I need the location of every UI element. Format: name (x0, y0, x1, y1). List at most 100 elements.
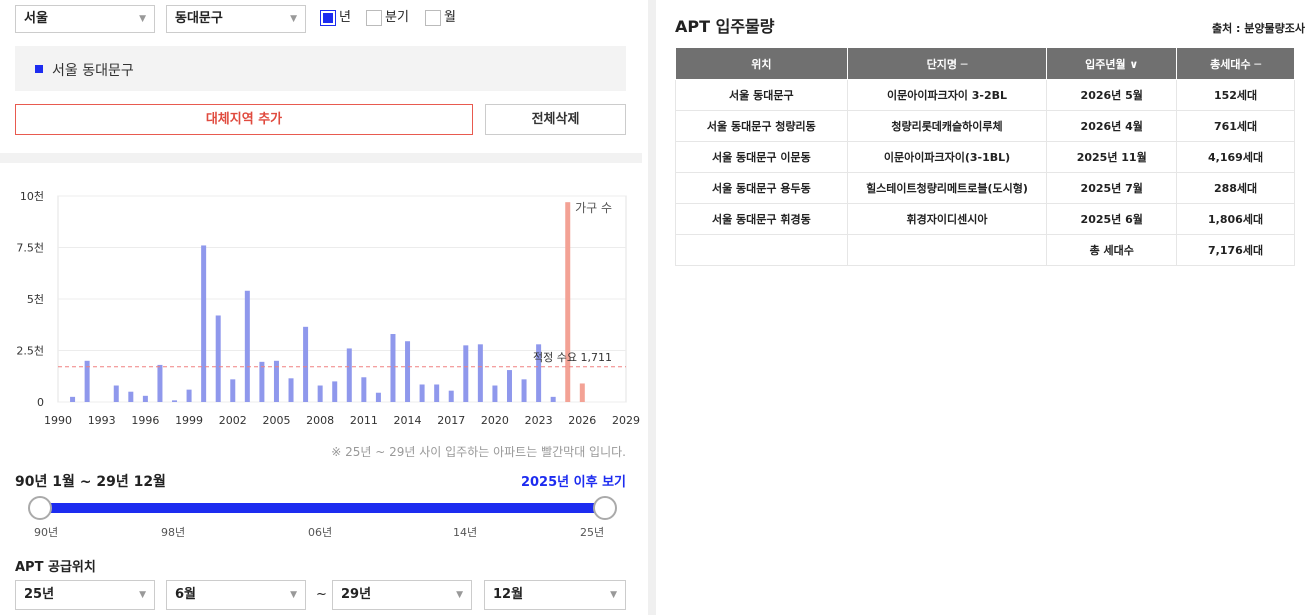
period-quarter-checkbox[interactable]: 분기 (366, 8, 409, 28)
cell-date: 2025년 6월 (1046, 203, 1178, 235)
section-divider (0, 153, 642, 163)
period-year-label: 년 (339, 10, 351, 25)
table-header-row: 위치 단지명 ─ 입주년월 ∨ 총세대수 ─ (675, 47, 1295, 80)
bar-2002 (230, 379, 236, 402)
range-tick: 98년 (161, 526, 186, 539)
bar-2004 (259, 361, 265, 402)
bar-1994 (113, 385, 119, 402)
table-total-row: 총 세대수 7,176세대 (675, 234, 1295, 266)
cell-location: 서울 동대문구 이문동 (675, 141, 848, 173)
chevron-down-icon: ▼ (290, 590, 297, 600)
y-tick-label: 5천 (27, 292, 44, 306)
table-row: 서울 동대문구 이문아이파크자이 3-2BL 2026년 5월 152세대 (675, 79, 1295, 111)
total-label: 총 세대수 (1046, 234, 1178, 266)
checkbox-icon (425, 10, 441, 26)
supply-to-month-select[interactable]: 12월 ▼ (484, 580, 626, 610)
x-tick-label: 2011 (350, 414, 378, 427)
city-select-value: 서울 (24, 11, 48, 26)
period-year-checkbox[interactable]: 년 (320, 8, 351, 28)
supply-to-year-select[interactable]: 29년 ▼ (332, 580, 472, 610)
cell-location: 서울 동대문구 용두동 (675, 172, 848, 204)
x-tick-label: 1990 (44, 414, 72, 427)
bar-1995 (128, 391, 134, 402)
cell-households: 152세대 (1176, 79, 1295, 111)
chevron-down-icon: ▼ (456, 590, 463, 600)
bar-2003 (244, 290, 250, 402)
header-complex-sort[interactable]: 단지명 ─ (846, 47, 1048, 80)
y-tick-label: 10천 (20, 189, 44, 203)
chevron-down-icon: ▼ (290, 14, 297, 24)
range-slider-track[interactable] (40, 503, 605, 513)
bar-1991 (70, 396, 76, 402)
period-month-checkbox[interactable]: 월 (425, 8, 456, 28)
bar-2010 (346, 348, 352, 402)
bar-2008 (317, 385, 323, 402)
range-separator: ~ (316, 587, 327, 602)
cell-date: 2025년 11월 (1046, 141, 1178, 173)
supply-to-month-value: 12월 (493, 587, 524, 602)
range-slider-start-handle[interactable] (28, 496, 52, 520)
bar-2006 (288, 378, 294, 402)
cell-complex: 이문아이파크자이(3-1BL) (846, 141, 1048, 173)
chevron-down-icon: ▼ (610, 590, 617, 600)
x-tick-label: 1996 (131, 414, 159, 427)
supply-from-year-value: 25년 (24, 587, 55, 602)
bar-2024 (550, 396, 556, 402)
bar-2022 (521, 379, 527, 402)
bar-2013 (390, 334, 396, 402)
supply-chart: 0 2.5천 5천 7.5천 10천 1990 1993 1996 1999 2002 2005 20… (0, 180, 642, 430)
cell-complex: 청량리롯데캐슬하이루체 (846, 110, 1048, 142)
cell-households: 761세대 (1176, 110, 1295, 142)
period-month-label: 월 (444, 10, 456, 25)
cell-location: 서울 동대문구 휘경동 (675, 203, 848, 235)
bar-2000 (201, 245, 207, 402)
table-row: 서울 동대문구 용두동 힐스테이트청량리메트로블(도시형) 2025년 7월 2… (675, 172, 1295, 204)
cell-households: 1,806세대 (1176, 203, 1295, 235)
cell-date: 2026년 5월 (1046, 79, 1178, 111)
move-in-table: 위치 단지명 ─ 입주년월 ∨ 총세대수 ─ 서울 동대문구 이문아이파크자이 … (675, 47, 1295, 266)
legend-square-icon (35, 65, 43, 73)
bar-2011 (361, 377, 367, 402)
x-tick-label: 2008 (306, 414, 334, 427)
range-slider-end-handle[interactable] (593, 496, 617, 520)
y-tick-label: 7.5천 (16, 241, 44, 255)
table-title: APT 입주물량 (675, 17, 775, 36)
x-tick-label: 1993 (88, 414, 116, 427)
checkbox-icon (366, 10, 382, 26)
bar-1997 (157, 364, 163, 402)
left-panel: 서울 ▼ 동대문구 ▼ 년 분기 월 서울 동대문구 대체지역 추가 전체삭제 … (0, 0, 642, 615)
supply-location-label: APT 공급위치 (15, 560, 96, 575)
bar-2015 (419, 384, 425, 402)
add-compare-region-button[interactable]: 대체지역 추가 (15, 104, 473, 135)
header-location: 위치 (675, 47, 848, 80)
view-after-2025-link[interactable]: 2025년 이후 보기 (521, 471, 626, 490)
cell-complex: 휘경자이디센시아 (846, 203, 1048, 235)
chart-note: ※ 25년 ~ 29년 사이 입주하는 아파트는 빨간막대 입니다. (331, 445, 626, 459)
cell-complex: 이문아이파크자이 3-2BL (846, 79, 1048, 111)
delete-all-button[interactable]: 전체삭제 (485, 104, 626, 135)
supply-from-year-select[interactable]: 25년 ▼ (15, 580, 155, 610)
x-tick-label: 1999 (175, 414, 203, 427)
cell-date: 2026년 4월 (1046, 110, 1178, 142)
header-move-in-date-sort[interactable]: 입주년월 ∨ (1046, 47, 1178, 80)
supply-from-month-select[interactable]: 6월 ▼ (166, 580, 306, 610)
bar-2025 (565, 202, 571, 402)
header-households-sort[interactable]: 총세대수 ─ (1176, 47, 1295, 80)
cell-households: 288세대 (1176, 172, 1295, 204)
cell-location: 서울 동대문구 (675, 79, 848, 111)
chevron-down-icon: ▼ (139, 14, 146, 24)
cell-location: 서울 동대문구 청량리동 (675, 110, 848, 142)
table-row: 서울 동대문구 휘경동 휘경자이디센시아 2025년 6월 1,806세대 (675, 203, 1295, 235)
bar-1998 (172, 400, 178, 402)
city-select[interactable]: 서울 ▼ (15, 5, 155, 33)
district-select[interactable]: 동대문구 ▼ (166, 5, 306, 33)
district-select-value: 동대문구 (175, 11, 223, 26)
bar-2014 (405, 341, 411, 402)
range-title: 90년 1월 ~ 29년 12월 (15, 474, 166, 490)
checkbox-checked-icon (320, 10, 336, 26)
cell-empty (846, 234, 1048, 266)
bar-2021 (506, 370, 512, 402)
range-tick: 14년 (453, 526, 478, 539)
x-tick-label: 2002 (219, 414, 247, 427)
range-tick: 90년 (34, 526, 59, 539)
